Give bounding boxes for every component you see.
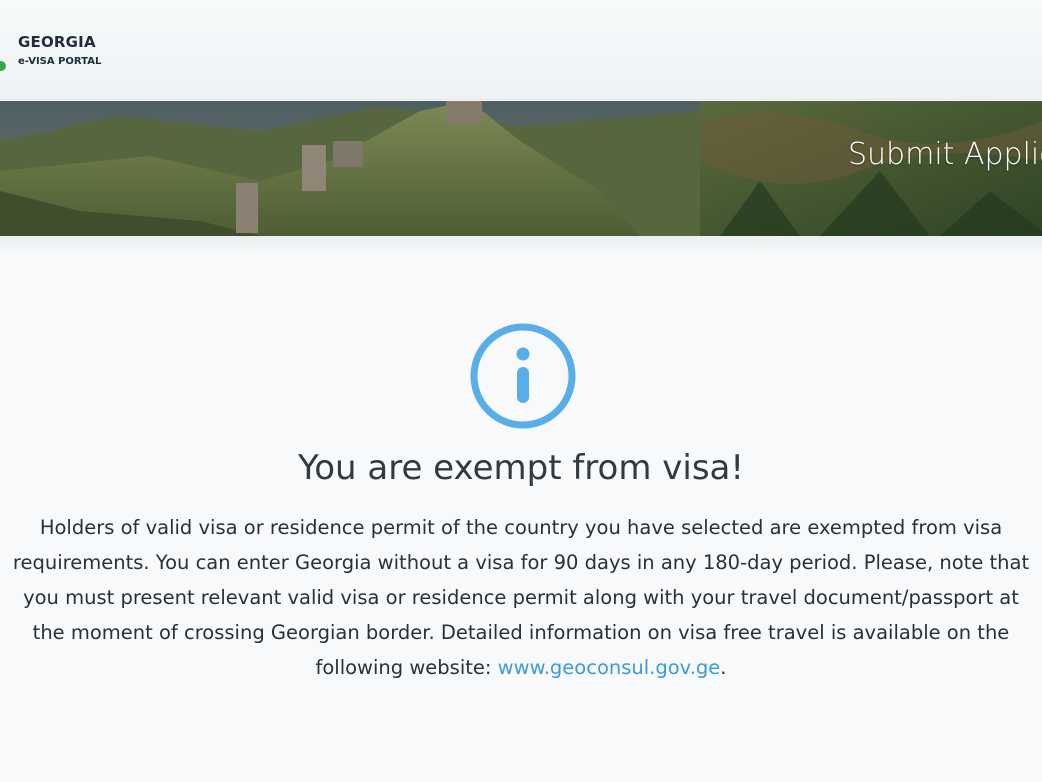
logo-subtitle: e-VISA PORTAL: [18, 56, 102, 67]
notice-line: Holders of valid visa or residence permi…: [39, 516, 1003, 539]
notice-link-suffix: .: [720, 656, 727, 679]
notice-headline: You are exempt from visa!: [297, 448, 745, 488]
notice-line: requirements. You can enter Georgia with…: [12, 551, 1030, 574]
notice-line: the moment of crossing Georgian border. …: [32, 621, 1010, 644]
site-logo[interactable]: GEORGIA e-VISA PORTAL: [0, 28, 160, 76]
info-circle-icon: [470, 323, 576, 429]
notice-line-last: following website: www.geoconsul.gov.ge.: [0, 650, 1042, 685]
banner-divider: [0, 236, 1042, 254]
notice-message: Holders of valid visa or residence permi…: [0, 510, 1042, 685]
notice-link-prefix: following website:: [315, 656, 498, 679]
notice-line: you must present relevant valid visa or …: [23, 586, 1019, 609]
banner-title: Submit Applic: [848, 137, 1042, 172]
logo-mark-icon: [0, 61, 6, 71]
logo-title: GEORGIA: [18, 33, 96, 51]
geoconsul-link[interactable]: www.geoconsul.gov.ge: [498, 656, 721, 679]
site-header: GEORGIA e-VISA PORTAL: [0, 0, 1042, 100]
hero-banner: Submit Applic: [0, 101, 1042, 236]
